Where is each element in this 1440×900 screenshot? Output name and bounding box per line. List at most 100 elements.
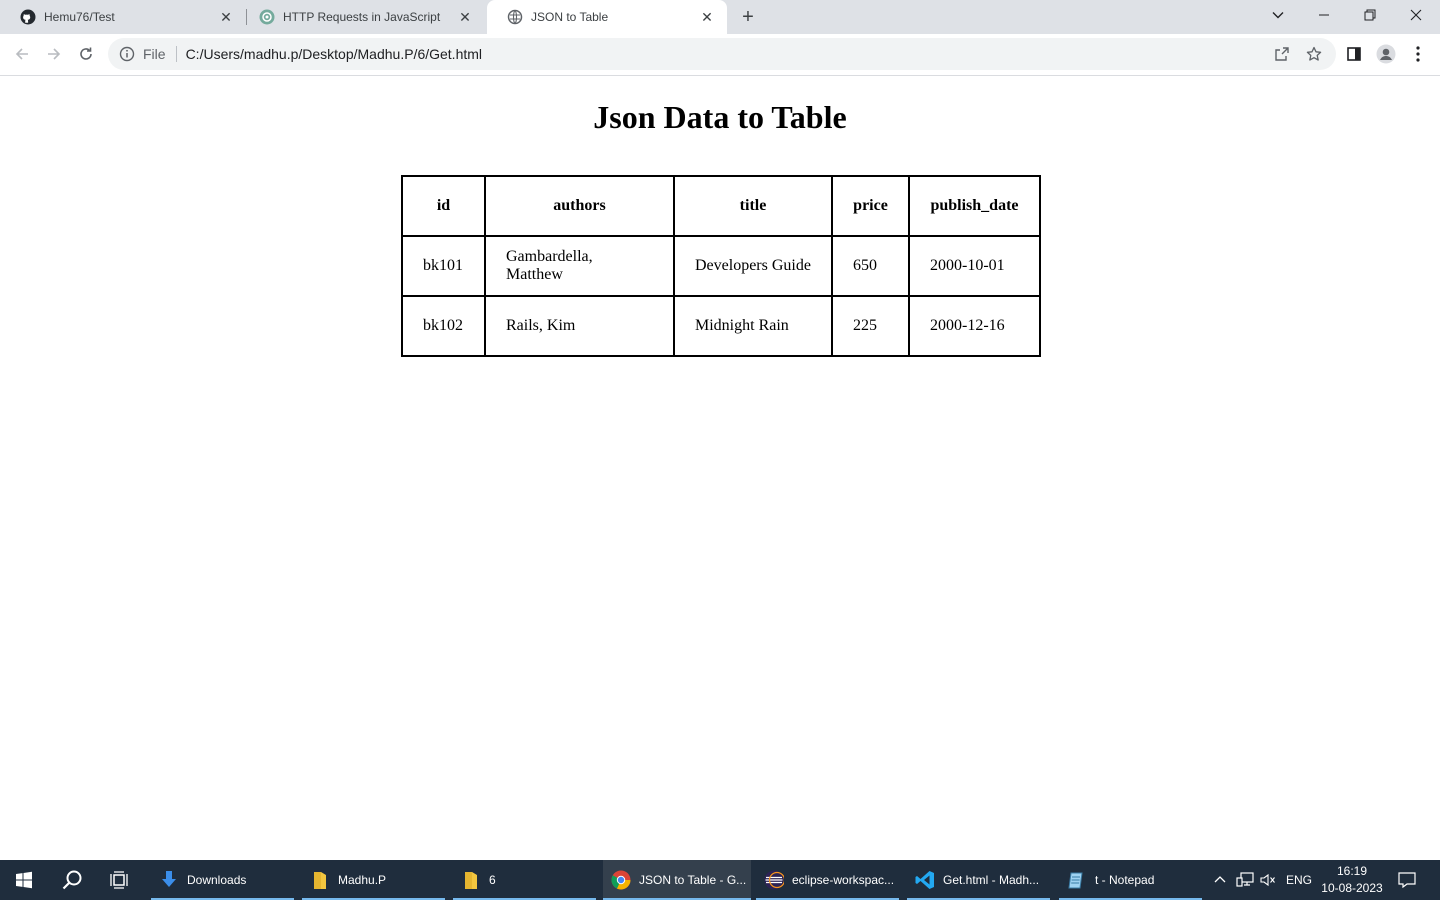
- network-button[interactable]: [1233, 860, 1257, 900]
- volume-muted-icon: [1260, 873, 1275, 887]
- search-icon: [62, 870, 82, 890]
- table-cell: 650: [831, 235, 910, 297]
- notification-icon: [1398, 872, 1416, 888]
- eclipse-icon: [764, 870, 784, 890]
- close-icon: [1410, 9, 1422, 21]
- table-header-row: id authors title price publish_date: [401, 175, 1041, 237]
- side-panel-icon: [1347, 47, 1361, 61]
- taskbar-item-label: eclipse-workspac...: [792, 873, 895, 887]
- minimize-icon: [1319, 14, 1329, 16]
- globe-icon: [507, 9, 523, 25]
- github-icon: [20, 9, 36, 25]
- vscode-icon: [915, 870, 935, 890]
- restore-icon: [1364, 9, 1376, 21]
- chrome-icon: [611, 870, 631, 890]
- taskbar-item-vscode[interactable]: Get.html - Madh...: [907, 860, 1050, 900]
- column-header: id: [401, 175, 486, 237]
- notifications-button[interactable]: [1392, 860, 1422, 900]
- download-icon: [159, 870, 179, 890]
- taskbar-item-downloads[interactable]: Downloads: [151, 860, 294, 900]
- side-panel-button[interactable]: [1344, 44, 1364, 64]
- windows-logo-icon: [16, 871, 32, 889]
- taskbar-item-label: Get.html - Madh...: [943, 873, 1040, 887]
- language-indicator[interactable]: ENG: [1282, 860, 1316, 900]
- taskbar-item-folder-6[interactable]: 6: [453, 860, 596, 900]
- address-bar[interactable]: File C:/Users/madhu.p/Desktop/Madhu.P/6/…: [108, 38, 1336, 70]
- table-cell: Gambardella, Matthew: [484, 235, 675, 297]
- star-icon[interactable]: [1306, 46, 1322, 62]
- data-table: id authors title price publish_date bk10…: [401, 175, 1041, 357]
- profile-button[interactable]: [1376, 44, 1396, 64]
- share-icon[interactable]: [1274, 46, 1290, 62]
- taskbar-item-label: JSON to Table - G...: [639, 873, 747, 887]
- taskbar-item-label: Madhu.P: [338, 873, 387, 887]
- language-label: ENG: [1285, 873, 1312, 887]
- tab-json-to-table[interactable]: JSON to Table ✕: [487, 0, 727, 34]
- back-button[interactable]: [8, 40, 36, 68]
- taskbar-item-label: 6: [489, 873, 496, 887]
- folder-icon: [461, 870, 481, 890]
- taskbar-item-notepad[interactable]: t - Notepad: [1059, 860, 1202, 900]
- chevron-down-icon: [1272, 12, 1284, 19]
- taskbar-item-label: Downloads: [187, 873, 247, 887]
- system-clock[interactable]: 16:19 10-08-2023: [1318, 863, 1386, 897]
- table-cell: bk102: [401, 295, 486, 357]
- arrow-left-icon: [15, 48, 28, 60]
- page-title: Json Data to Table: [593, 99, 847, 135]
- network-icon: [1236, 872, 1254, 887]
- volume-button[interactable]: [1256, 860, 1280, 900]
- table-row: bk102 Rails, Kim Midnight Rain 225 2000-…: [401, 295, 1041, 357]
- column-header: publish_date: [908, 175, 1041, 237]
- forward-button[interactable]: [40, 40, 68, 68]
- taskbar-item-chrome[interactable]: JSON to Table - G...: [603, 860, 751, 900]
- table-cell: 2000-10-01: [908, 235, 1041, 297]
- table-cell: Midnight Rain: [673, 295, 833, 357]
- chatgpt-icon: [259, 9, 275, 25]
- table-cell: bk101: [401, 235, 486, 297]
- clock-date: 10-08-2023: [1321, 881, 1383, 895]
- menu-button[interactable]: [1408, 44, 1428, 64]
- tab-label: JSON to Table: [531, 10, 609, 24]
- notepad-icon: [1067, 870, 1087, 890]
- url-text[interactable]: C:/Users/madhu.p/Desktop/Madhu.P/6/Get.h…: [186, 46, 482, 62]
- task-view-icon: [110, 871, 128, 889]
- restore-button[interactable]: [1347, 0, 1393, 30]
- taskbar-item-madhu-p[interactable]: Madhu.P: [302, 860, 445, 900]
- search-button[interactable]: [48, 860, 96, 900]
- show-hidden-icons-button[interactable]: [1208, 860, 1232, 900]
- new-tab-button[interactable]: +: [736, 5, 760, 29]
- folder-icon: [310, 870, 330, 890]
- taskbar-item-eclipse[interactable]: eclipse-workspac...: [756, 860, 899, 900]
- tab-http-requests[interactable]: HTTP Requests in JavaScript ✕: [239, 0, 485, 34]
- table-cell: 225: [831, 295, 910, 357]
- close-icon[interactable]: ✕: [699, 9, 715, 25]
- minimize-button[interactable]: [1301, 0, 1347, 30]
- close-window-button[interactable]: [1393, 0, 1439, 30]
- scheme-label: File: [143, 46, 166, 62]
- tab-label: Hemu76/Test: [44, 10, 115, 24]
- column-header: authors: [484, 175, 675, 237]
- table-cell: Developers Guide: [673, 235, 833, 297]
- close-icon[interactable]: ✕: [457, 9, 473, 25]
- arrow-right-icon: [48, 48, 61, 60]
- tab-label: HTTP Requests in JavaScript: [283, 10, 441, 24]
- column-header: price: [831, 175, 910, 237]
- reload-button[interactable]: [72, 40, 100, 68]
- omnibox-divider: [175, 46, 177, 62]
- close-icon[interactable]: ✕: [218, 9, 234, 25]
- page-content: Json Data to Table id authors title pric…: [0, 77, 1440, 860]
- tab-strip: Hemu76/Test ✕ HTTP Requests in JavaScrip…: [0, 0, 1440, 34]
- info-icon[interactable]: [119, 46, 135, 62]
- tab-search-button[interactable]: [1255, 0, 1301, 30]
- reload-icon: [80, 47, 92, 60]
- table-cell: 2000-12-16: [908, 295, 1041, 357]
- windows-taskbar: Downloads Madhu.P 6 JSON to Table - G...…: [0, 860, 1440, 900]
- tab-github[interactable]: Hemu76/Test ✕: [0, 0, 246, 34]
- column-header: title: [673, 175, 833, 237]
- start-button[interactable]: [0, 860, 48, 900]
- table-cell: Rails, Kim: [484, 295, 675, 357]
- avatar-icon: [1376, 44, 1396, 64]
- task-view-button[interactable]: [96, 860, 144, 900]
- chevron-up-icon: [1214, 876, 1226, 883]
- clock-time: 16:19: [1336, 864, 1368, 878]
